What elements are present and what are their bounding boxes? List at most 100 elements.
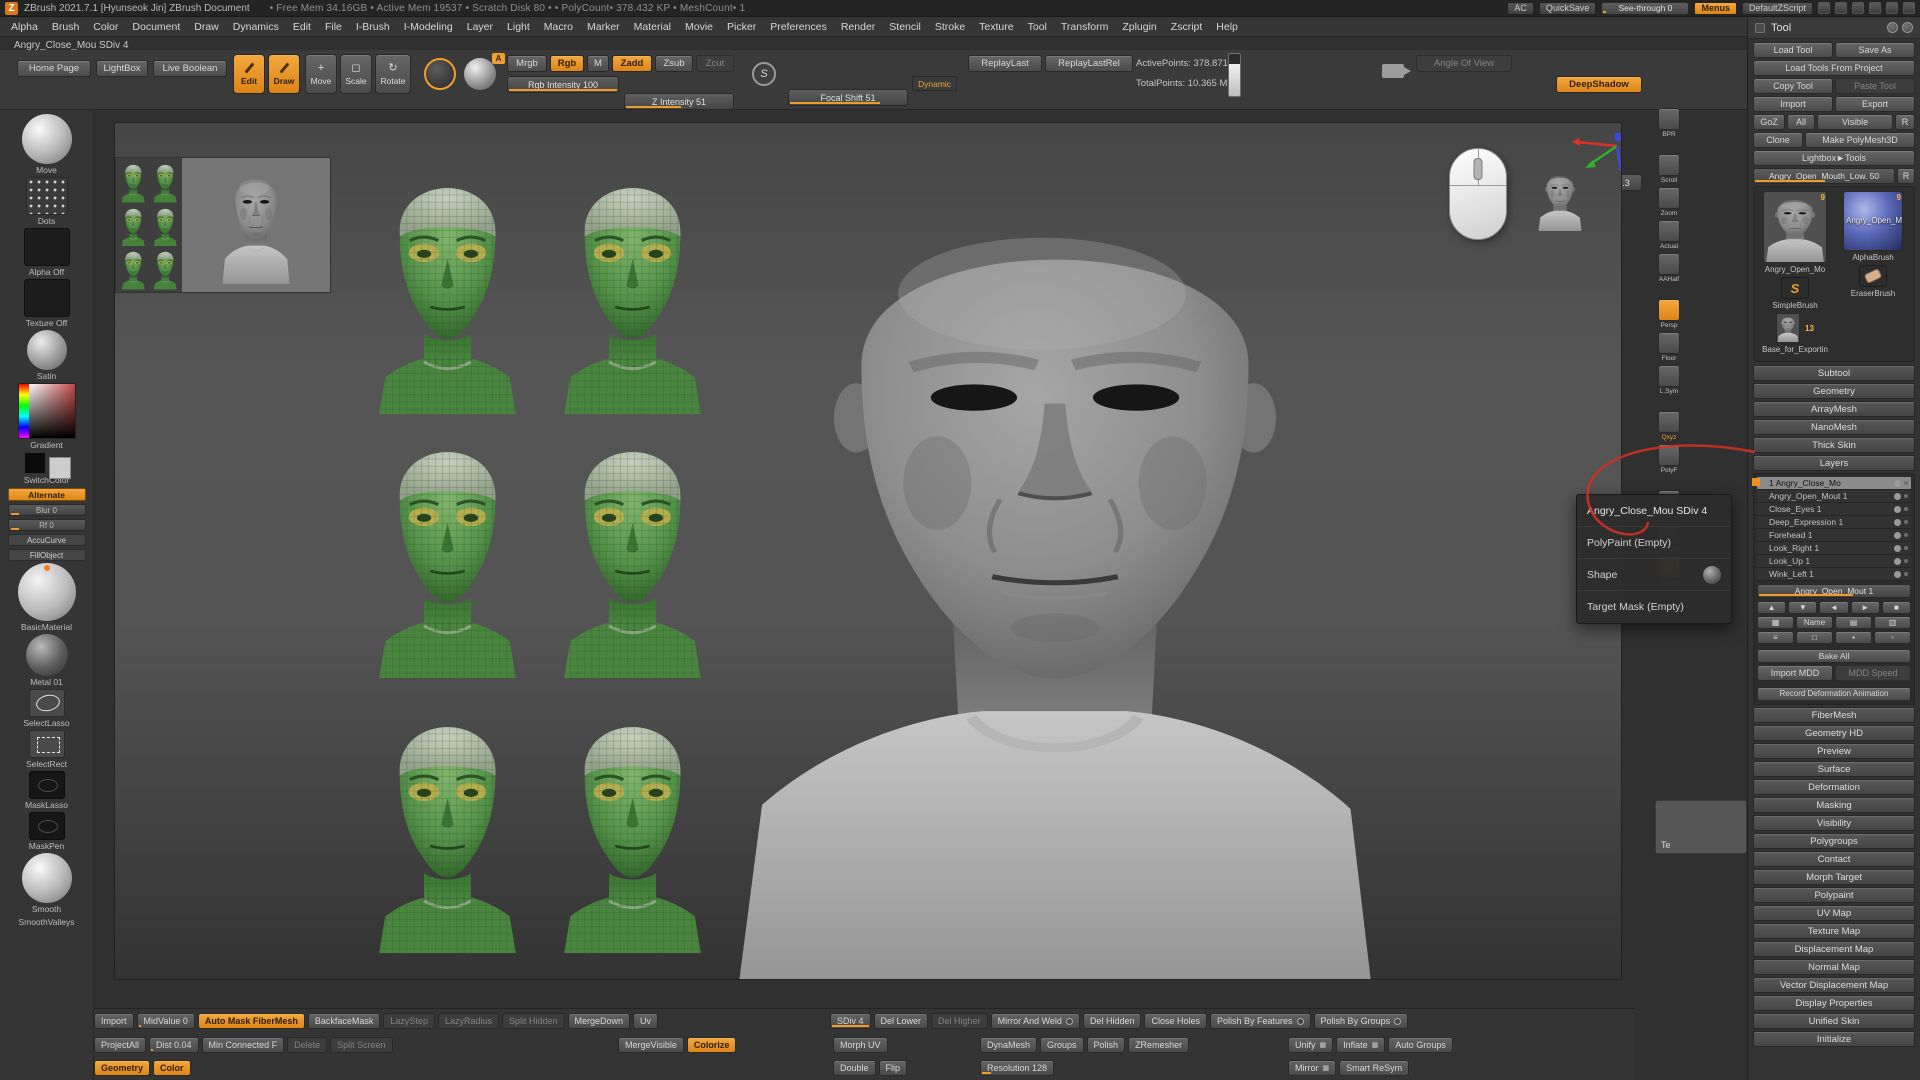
layer-eye-icon[interactable]	[1894, 545, 1901, 552]
menu-item[interactable]: Marker	[580, 19, 627, 35]
menu-item[interactable]: Macro	[537, 19, 580, 35]
layer-tool-button[interactable]: Name	[1796, 616, 1833, 629]
menu-item[interactable]: Color	[86, 19, 125, 35]
tray-button[interactable]: Colorize	[687, 1037, 737, 1053]
z-intensity-slider[interactable]: Z Intensity 51	[624, 93, 734, 110]
see-through-slider[interactable]: See-through 0	[1601, 2, 1689, 15]
lightbox-tools-button[interactable]: Lightbox►Tools	[1753, 150, 1915, 166]
tray-button[interactable]: Del Lower	[874, 1013, 929, 1029]
menu-item[interactable]: Edit	[286, 19, 318, 35]
sculpt-head-model[interactable]	[715, 141, 1395, 980]
dynamic-toggle[interactable]: Dynamic	[912, 76, 957, 91]
left-shelf-item[interactable]: Blur 0	[0, 503, 93, 516]
copy-tool-button[interactable]: Copy Tool	[1753, 78, 1833, 94]
menu-item[interactable]: Draw	[187, 19, 226, 35]
tray-button[interactable]: MergeVisible	[618, 1037, 684, 1053]
tool-subpalette[interactable]: Masking	[1753, 797, 1915, 813]
tool-subpalette[interactable]: Subtool	[1753, 365, 1915, 381]
left-shelf-item[interactable]: Dots	[0, 177, 93, 226]
layer-row[interactable]: 1 Angry_Close_Mo	[1757, 477, 1911, 490]
pen-icon[interactable]	[1835, 2, 1847, 14]
left-shelf-item[interactable]: AccuCurve	[0, 533, 93, 546]
base-tool-thumbnail[interactable]	[1776, 313, 1800, 343]
layer-eye-icon[interactable]	[1894, 532, 1901, 539]
right-shelf-item[interactable]: BPR	[1658, 108, 1680, 138]
tray-button[interactable]: Flip	[879, 1060, 908, 1076]
tray-button[interactable]: MidValue 0	[137, 1013, 195, 1029]
tray-button[interactable]: Import	[94, 1013, 134, 1029]
quicksave-button[interactable]: QuickSave	[1539, 2, 1597, 15]
left-shelf-item[interactable]: Gradient	[0, 383, 93, 450]
layer-record-icon[interactable]	[1904, 546, 1908, 550]
menu-item[interactable]: I-Brush	[349, 19, 397, 35]
layer-tool-button[interactable]: ▦	[1757, 616, 1794, 629]
tool-subpalette[interactable]: Unified Skin	[1753, 1013, 1915, 1029]
menu-item[interactable]: Dynamics	[226, 19, 286, 35]
lightbox-button[interactable]: LightBox	[96, 60, 148, 77]
layer-eye-icon[interactable]	[1894, 558, 1901, 565]
ac-button[interactable]: AC	[1507, 2, 1534, 15]
tray-button[interactable]: Groups	[1040, 1037, 1084, 1053]
menu-item[interactable]: I-Modeling	[397, 19, 460, 35]
tray-button[interactable]: Split Hidden	[502, 1013, 565, 1029]
m-button[interactable]: M	[587, 55, 609, 72]
live-boolean-button[interactable]: Live Boolean	[153, 60, 227, 77]
tray-button[interactable]: Split Screen	[330, 1037, 393, 1053]
layer-eye-icon[interactable]	[1894, 480, 1901, 487]
tray-button[interactable]: Delete	[287, 1037, 327, 1053]
left-shelf-item[interactable]: MaskLasso	[0, 771, 93, 810]
import-button[interactable]: Import	[1753, 96, 1833, 112]
tool-subpalette[interactable]: Layers	[1753, 455, 1915, 471]
spotlight-thumbnails[interactable]	[115, 157, 331, 293]
right-shelf-item[interactable]: L.Sym	[1658, 365, 1680, 395]
right-shelf-item[interactable]: Scroll	[1658, 154, 1680, 184]
tray-button[interactable]: LazyStep	[383, 1013, 435, 1029]
tool-subpalette[interactable]: Surface	[1753, 761, 1915, 777]
camera-icon[interactable]	[1382, 64, 1404, 78]
tool-subpalette[interactable]: ArrayMesh	[1753, 401, 1915, 417]
left-shelf-item[interactable]: MaskPen	[0, 812, 93, 851]
tray-button[interactable]: Min Connected F	[202, 1037, 285, 1053]
tool-subpalette[interactable]: Morph Target	[1753, 869, 1915, 885]
layer-tool-button[interactable]: ▼	[1788, 601, 1817, 614]
layer-record-icon[interactable]	[1904, 533, 1908, 537]
layer-record-icon[interactable]	[1904, 507, 1908, 511]
tray-button[interactable]: Polish By Groups	[1314, 1013, 1409, 1029]
rotate-button[interactable]: ↻Rotate	[375, 54, 411, 94]
right-shelf-item[interactable]: PolyF	[1658, 444, 1680, 474]
tray-button[interactable]: Inflate	[1336, 1037, 1385, 1053]
layer-eye-icon[interactable]	[1894, 506, 1901, 513]
layer-row[interactable]: Look_Up 1	[1757, 555, 1911, 568]
goz-visible-button[interactable]: Visible	[1817, 114, 1893, 130]
bake-all-button[interactable]: Bake All	[1757, 649, 1911, 663]
left-shelf-item[interactable]: SmoothValleys	[0, 916, 93, 927]
focal-shift-slider[interactable]: Focal Shift 51	[788, 89, 908, 106]
tool-r-button[interactable]: R	[1897, 168, 1915, 184]
tool-subpalette[interactable]: Visibility	[1753, 815, 1915, 831]
deep-shadow-button[interactable]: DeepShadow	[1556, 76, 1642, 93]
record-deformation-button[interactable]: Record Deformation Animation	[1757, 687, 1911, 701]
scale-button[interactable]: ◻Scale	[340, 54, 372, 94]
layer-row[interactable]: Forehead 1	[1757, 529, 1911, 542]
left-shelf-item[interactable]: SwitchColor	[0, 452, 93, 485]
menus-button[interactable]: Menus	[1694, 2, 1737, 15]
zsub-button[interactable]: Zsub	[655, 55, 693, 72]
menu-item[interactable]: Help	[1209, 19, 1245, 35]
layer-row[interactable]: Look_Right 1	[1757, 542, 1911, 555]
tray-button[interactable]: Polish By Features	[1210, 1013, 1311, 1029]
layer-tool-button[interactable]: □	[1796, 631, 1833, 644]
tray-button[interactable]: MergeDown	[568, 1013, 631, 1029]
load-tools-from-project-button[interactable]: Load Tools From Project	[1753, 60, 1915, 76]
tray-button[interactable]: Mirror	[1288, 1060, 1336, 1076]
layer-tool-button[interactable]: ◄	[1819, 601, 1848, 614]
menu-item[interactable]: Zplugin	[1115, 19, 1163, 35]
layer-row[interactable]: Angry_Open_Mout 1	[1757, 490, 1911, 503]
replay-last-button[interactable]: ReplayLast	[968, 55, 1042, 72]
layer-tool-button[interactable]: ▥	[1874, 616, 1911, 629]
eraser-brush-thumbnail[interactable]	[1859, 265, 1887, 287]
left-shelf-item[interactable]: Texture Off	[0, 279, 93, 328]
current-brush-thumbnail[interactable]: Angry_Open_Mo 9	[1843, 191, 1903, 251]
tool-subpalette[interactable]: NanoMesh	[1753, 419, 1915, 435]
tray-button[interactable]: Auto Groups	[1388, 1037, 1453, 1053]
context-menu-item-polypaint[interactable]: PolyPaint (Empty)	[1577, 527, 1731, 559]
